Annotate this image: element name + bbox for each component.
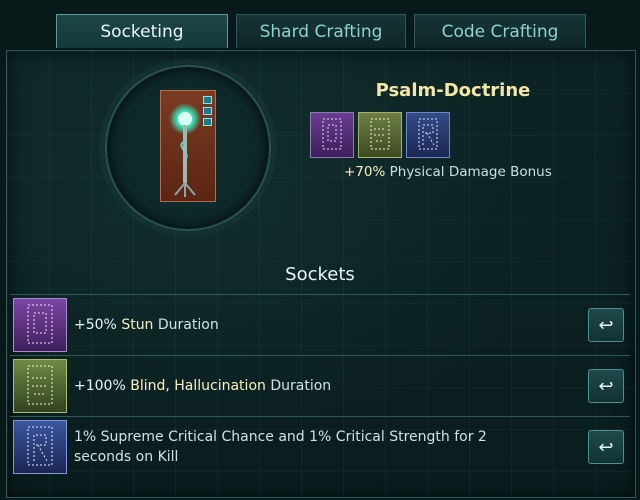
effect-value: +50% xyxy=(74,317,117,333)
item-socket-indicators xyxy=(203,96,213,129)
effect-value: +100% xyxy=(74,378,126,394)
tab-shard-crafting[interactable]: Shard Crafting xyxy=(236,14,406,48)
item-bonus-value: +70% xyxy=(344,164,386,180)
divider xyxy=(10,416,630,417)
item-name: Psalm-Doctrine xyxy=(375,80,531,101)
tab-socketing[interactable]: Socketing xyxy=(56,14,228,48)
divider xyxy=(10,294,630,295)
effect-stat: Stun xyxy=(121,317,154,333)
socket-effect: +100% Blind, Hallucination Duration xyxy=(74,357,544,415)
item-bonus: +70% Physical Damage Bonus xyxy=(344,164,574,180)
shard-purple-icon[interactable] xyxy=(13,298,67,352)
shard-green-icon[interactable] xyxy=(13,359,67,413)
effect-suffix: Duration xyxy=(270,378,332,394)
socket-indicator xyxy=(203,118,212,126)
divider xyxy=(10,355,630,356)
socket-effect: +50% Stun Duration xyxy=(74,296,544,354)
shard-green-icon[interactable] xyxy=(358,112,402,158)
remove-shard-button[interactable]: ↩ xyxy=(588,369,624,403)
socket-row: +100% Blind, Hallucination Duration ↩ xyxy=(10,357,632,413)
return-arrow-icon: ↩ xyxy=(598,436,614,458)
socket-row: 1% Supreme Critical Chance and 1% Critic… xyxy=(10,418,632,474)
tab-code-crafting[interactable]: Code Crafting xyxy=(414,14,586,48)
sockets-title: Sockets xyxy=(285,264,355,285)
return-arrow-icon: ↩ xyxy=(598,314,614,336)
remove-shard-button[interactable]: ↩ xyxy=(588,430,624,464)
remove-shard-button[interactable]: ↩ xyxy=(588,308,624,342)
shard-blue-icon[interactable] xyxy=(406,112,450,158)
effect-stat: Blind, Hallucination xyxy=(130,378,266,394)
socket-indicator xyxy=(203,107,212,115)
effect-suffix: Duration xyxy=(157,317,219,333)
shard-blue-icon[interactable] xyxy=(13,420,67,474)
socket-row: +50% Stun Duration ↩ xyxy=(10,296,632,352)
socket-indicator xyxy=(203,96,212,104)
return-arrow-icon: ↩ xyxy=(598,375,614,397)
item-bonus-text: Physical Damage Bonus xyxy=(389,164,552,180)
shard-purple-icon[interactable] xyxy=(310,112,354,158)
socket-effect: 1% Supreme Critical Chance and 1% Critic… xyxy=(74,429,487,465)
